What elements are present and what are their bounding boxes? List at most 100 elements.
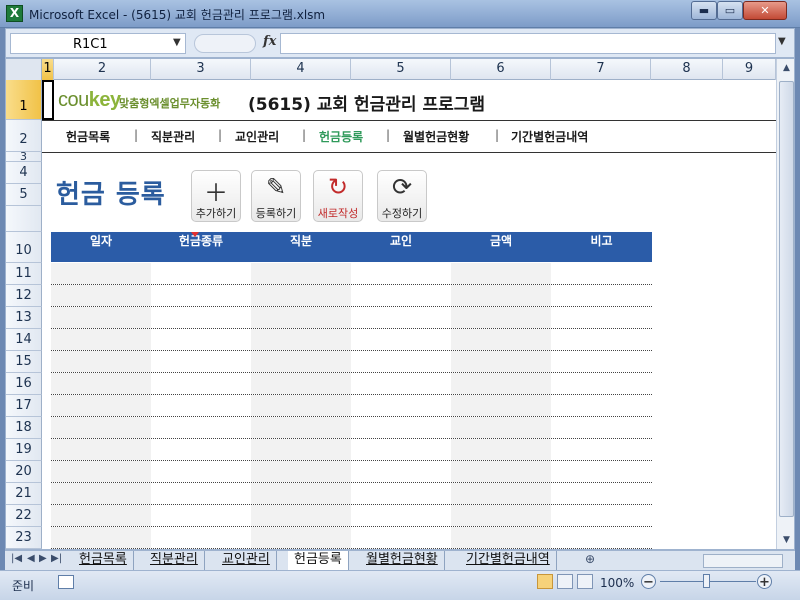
menu-item-position-management[interactable]: 직분관리 (151, 128, 195, 145)
row-header[interactable]: 14 (6, 329, 42, 351)
insert-function-icon[interactable]: fx (263, 34, 276, 49)
add-button[interactable]: ＋ 추가하기 (191, 170, 241, 222)
sheet-tab[interactable]: 교인관리 (216, 551, 277, 570)
excel-icon[interactable]: X (6, 5, 23, 22)
sheet-tab[interactable]: 기간별헌금내역 (460, 551, 557, 570)
row-header[interactable]: 20 (6, 461, 42, 483)
table-row[interactable] (51, 461, 652, 483)
expand-formula-icon[interactable]: ▼ (778, 36, 786, 47)
header-date[interactable]: 일자 (51, 232, 151, 262)
page-layout-view-button[interactable] (557, 574, 573, 589)
macro-record-icon[interactable] (58, 575, 74, 589)
new-button[interactable]: ↻ 새로작성 (313, 170, 363, 222)
row-shade (51, 527, 151, 548)
row-header[interactable]: 5 (6, 184, 42, 206)
table-row[interactable] (51, 439, 652, 461)
table-row[interactable] (51, 307, 652, 329)
row-header[interactable]: 1 (6, 80, 42, 120)
header-member[interactable]: 교인 (351, 232, 451, 262)
column-header[interactable]: 5 (351, 59, 451, 80)
sheet-tab[interactable]: 월별헌금현황 (360, 551, 445, 570)
row-header[interactable]: 22 (6, 505, 42, 527)
name-box-value: R1C1 (73, 37, 108, 52)
vertical-scrollbar[interactable]: ▲ ▼ (776, 59, 794, 549)
active-cell-cursor[interactable] (42, 80, 54, 120)
register-button[interactable]: ✎ 등록하기 (251, 170, 301, 222)
row-header[interactable]: 11 (6, 263, 42, 285)
sheet-tab[interactable]: 직분관리 (144, 551, 205, 570)
zoom-out-button[interactable]: − (641, 574, 656, 590)
header-position[interactable]: 직분 (251, 232, 351, 262)
row-header[interactable]: 17 (6, 395, 42, 417)
edit-button[interactable]: ⟳ 수정하기 (377, 170, 427, 222)
horizontal-scrollbar[interactable] (703, 554, 783, 568)
row-header[interactable]: 18 (6, 417, 42, 439)
header-amount[interactable]: 금액 (451, 232, 551, 262)
row-header[interactable]: 23 (6, 527, 42, 549)
scroll-down-icon[interactable]: ▼ (779, 535, 794, 545)
row-header-collapsed (6, 206, 42, 232)
row-header[interactable]: 13 (6, 307, 42, 329)
menu-item-monthly-status[interactable]: 월별헌금현황 (403, 128, 469, 145)
column-header[interactable]: 4 (251, 59, 351, 80)
table-row[interactable] (51, 505, 652, 527)
menu-item-offering-list[interactable]: 헌금목록 (66, 128, 110, 145)
menu-item-offering-register[interactable]: 헌금등록 (319, 128, 363, 145)
scroll-up-icon[interactable]: ▲ (779, 63, 794, 73)
row-header[interactable]: 10 (6, 232, 42, 263)
worksheet[interactable]: 1 2 3 4 5 6 7 8 9 1 2 3 4 5 10 11 12 13 … (5, 58, 795, 550)
zoom-slider-thumb[interactable] (703, 574, 710, 588)
table-row[interactable] (51, 483, 652, 505)
insert-sheet-icon[interactable]: ⊕ (585, 552, 595, 566)
page-break-view-button[interactable] (577, 574, 593, 589)
row-shade (251, 307, 351, 328)
row-header[interactable]: 16 (6, 373, 42, 395)
table-row[interactable] (51, 395, 652, 417)
row-header[interactable]: 19 (6, 439, 42, 461)
column-header[interactable]: 7 (551, 59, 651, 80)
prev-sheet-icon[interactable]: ◀ (27, 553, 35, 564)
sheet-tab-active[interactable]: 헌금등록 (288, 551, 349, 570)
sheet-tab[interactable]: 헌금목록 (73, 551, 134, 570)
maximize-button[interactable]: ▭ (717, 1, 743, 20)
header-note[interactable]: 비고 (551, 232, 652, 262)
comment-indicator[interactable] (191, 232, 199, 237)
status-bar: 준비 100% − + (0, 570, 800, 600)
column-header[interactable]: 3 (151, 59, 251, 80)
last-sheet-icon[interactable]: ▶| (51, 553, 62, 564)
first-sheet-icon[interactable]: |◀ (11, 553, 22, 564)
header-offering-type[interactable]: 헌금종류 (151, 232, 251, 262)
row-header[interactable]: 21 (6, 483, 42, 505)
row-header[interactable]: 15 (6, 351, 42, 373)
table-row[interactable] (51, 263, 652, 285)
table-row[interactable] (51, 417, 652, 439)
table-row[interactable] (51, 351, 652, 373)
zoom-level[interactable]: 100% (600, 576, 634, 590)
minimize-button[interactable]: ▬ (691, 1, 717, 20)
column-header[interactable]: 1 (42, 59, 54, 80)
next-sheet-icon[interactable]: ▶ (39, 553, 47, 564)
table-row[interactable] (51, 373, 652, 395)
close-button[interactable]: ✕ (743, 1, 787, 20)
table-row[interactable] (51, 329, 652, 351)
zoom-in-button[interactable]: + (757, 574, 772, 590)
select-all-corner[interactable] (6, 59, 42, 80)
column-header[interactable]: 6 (451, 59, 551, 80)
table-row[interactable] (51, 527, 652, 549)
table-row[interactable] (51, 285, 652, 307)
formula-input[interactable] (280, 33, 776, 54)
chevron-down-icon[interactable]: ▼ (173, 37, 181, 48)
row-header[interactable]: 2 (6, 120, 42, 152)
column-header[interactable]: 8 (651, 59, 723, 80)
row-header[interactable]: 4 (6, 162, 42, 184)
menu-item-period-details[interactable]: 기간별헌금내역 (511, 128, 588, 145)
column-header[interactable]: 9 (723, 59, 776, 80)
menu-item-member-management[interactable]: 교인관리 (235, 128, 279, 145)
name-box[interactable]: R1C1 ▼ (10, 33, 186, 54)
column-header[interactable]: 2 (54, 59, 151, 80)
row-shade (451, 417, 551, 438)
row-header[interactable]: 3 (6, 151, 42, 162)
row-header[interactable]: 12 (6, 285, 42, 307)
scroll-thumb[interactable] (779, 81, 794, 517)
normal-view-button[interactable] (537, 574, 553, 589)
